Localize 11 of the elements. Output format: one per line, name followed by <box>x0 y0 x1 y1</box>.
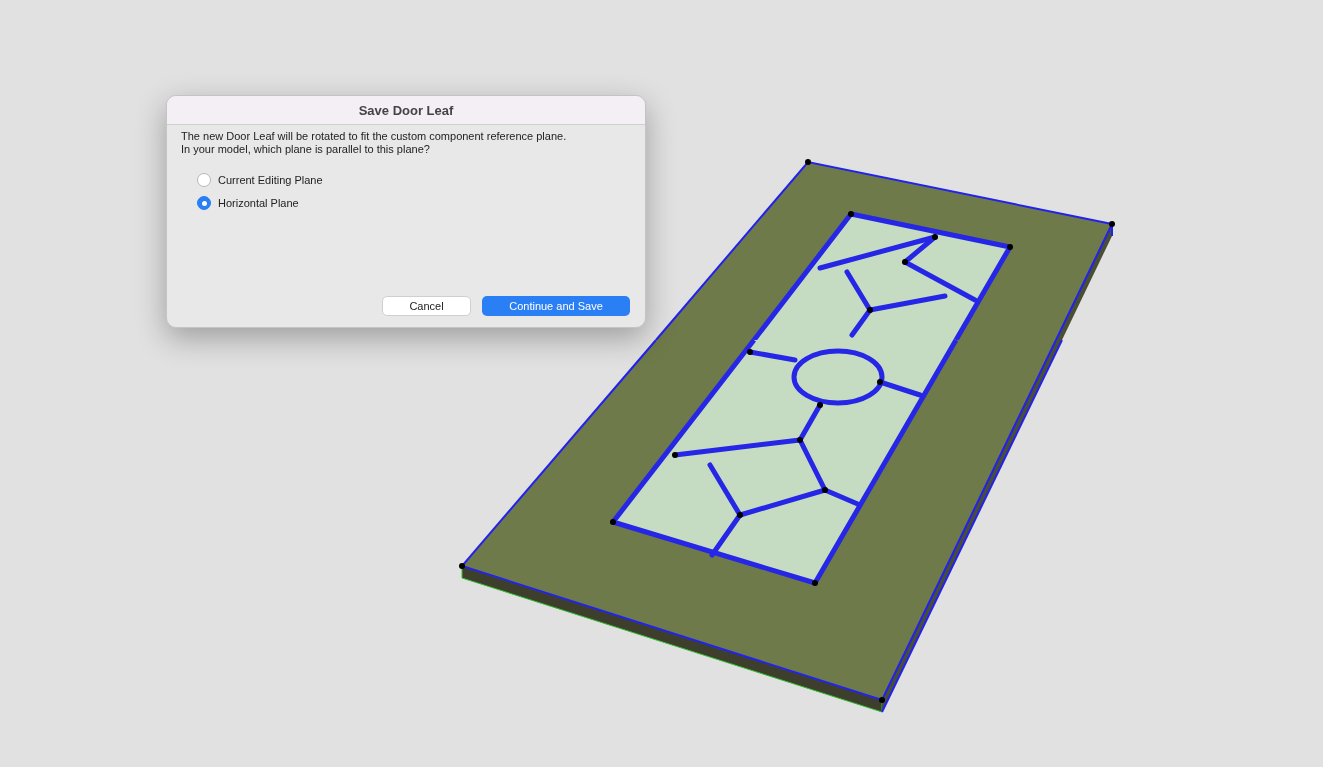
radio-label: Horizontal Plane <box>218 197 299 209</box>
radio-label: Current Editing Plane <box>218 174 323 186</box>
radio-button[interactable] <box>197 173 211 187</box>
continue-button[interactable]: Continue and Save <box>482 296 630 316</box>
dialog-message: In your model, which plane is parallel to this plane? <box>181 143 431 156</box>
cancel-button[interactable]: Cancel <box>382 296 471 316</box>
radio-button[interactable] <box>197 196 211 210</box>
dialog-message: The new Door Leaf will be rotated to fit the custom component reference plane. <box>181 130 568 143</box>
radio-option[interactable]: Horizontal Plane <box>197 196 631 210</box>
dialog-title: Save Door Leaf <box>358 102 454 118</box>
radio-option[interactable]: Current Editing Plane <box>197 173 631 187</box>
